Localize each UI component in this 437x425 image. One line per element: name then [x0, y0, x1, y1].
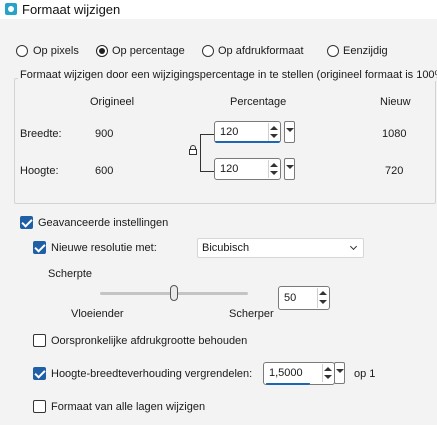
keep-print-size-label[interactable]: Oorspronkelijke afdrukgrootte behouden	[51, 335, 247, 347]
chevron-down-icon[interactable]	[349, 242, 358, 251]
radio-op-afdrukformaat[interactable]	[202, 45, 214, 57]
sharpness-value[interactable]: 50	[284, 292, 296, 304]
width-percentage-value[interactable]: 120	[220, 126, 238, 138]
spin-down-icon[interactable]	[324, 375, 332, 379]
lock-icon[interactable]	[189, 145, 197, 155]
ratio-value[interactable]: 1,5000	[269, 367, 303, 379]
width-percentage-spinner[interactable]: 120	[214, 121, 281, 143]
col-header-new: Nieuw	[380, 96, 411, 108]
height-new-value: 720	[385, 165, 404, 177]
ratio-suffix: op 1	[354, 368, 376, 380]
spin-down-icon[interactable]	[270, 134, 278, 138]
width-percentage-menu-button[interactable]	[284, 121, 295, 143]
width-label: Breedte:	[20, 128, 62, 140]
all-layers-checkbox[interactable]	[33, 400, 46, 413]
width-percentage-arrows[interactable]	[268, 123, 278, 141]
spin-up-icon[interactable]	[270, 163, 278, 167]
height-percentage-value[interactable]: 120	[220, 163, 238, 175]
keep-print-size-checkbox[interactable]	[33, 334, 46, 347]
lock-ratio-label[interactable]: Hoogte-breedteverhouding vergrendelen:	[51, 368, 252, 380]
height-label: Hoogte:	[20, 165, 59, 177]
col-header-original: Origineel	[90, 96, 135, 108]
spin-down-icon[interactable]	[270, 171, 278, 175]
resample-method-select[interactable]: Bicubisch	[197, 238, 364, 258]
title-bar: Formaat wijzigen	[0, 0, 437, 19]
resample-checkbox[interactable]	[33, 241, 46, 254]
sharpness-slider-thumb[interactable]	[170, 285, 178, 301]
resample-label[interactable]: Nieuwe resolutie met:	[51, 242, 157, 254]
focus-indicator	[215, 141, 280, 143]
radio-op-percentage[interactable]	[96, 45, 108, 57]
radio-op-pixels[interactable]	[16, 45, 28, 57]
ratio-menu-button[interactable]	[334, 362, 345, 384]
sharpness-min-label: Vloeiender	[71, 308, 124, 320]
radio-op-percentage-label[interactable]: Op percentage	[112, 45, 185, 57]
ratio-spinner[interactable]: 1,5000	[263, 362, 335, 385]
width-new-value: 1080	[382, 128, 407, 140]
app-icon	[5, 3, 17, 15]
sharpness-spinner[interactable]: 50	[278, 286, 330, 310]
advanced-settings-label[interactable]: Geavanceerde instellingen	[38, 217, 168, 229]
lock-ratio-checkbox[interactable]	[33, 367, 46, 380]
height-percentage-arrows[interactable]	[268, 160, 278, 178]
radio-op-pixels-label[interactable]: Op pixels	[33, 45, 79, 57]
radio-eenzijdig[interactable]	[327, 45, 339, 57]
height-percentage-spinner[interactable]: 120	[214, 158, 281, 180]
sharpness-arrows[interactable]	[317, 288, 327, 308]
advanced-settings-checkbox[interactable]	[20, 216, 33, 229]
spin-down-icon[interactable]	[319, 300, 327, 304]
col-header-percentage: Percentage	[230, 96, 287, 108]
height-percentage-menu-button[interactable]	[284, 158, 295, 180]
height-original-value: 600	[95, 165, 114, 177]
all-layers-label[interactable]: Formaat van alle lagen wijzigen	[51, 401, 205, 413]
spin-up-icon[interactable]	[324, 367, 332, 371]
group-legend: Formaat wijzigen door een wijzigingsperc…	[18, 69, 437, 81]
radio-op-afdrukformaat-label[interactable]: Op afdrukformaat	[218, 45, 304, 57]
sharpness-max-label: Scherper	[229, 308, 274, 320]
aspect-link-bracket	[200, 134, 214, 172]
spin-up-icon[interactable]	[270, 126, 278, 130]
radio-eenzijdig-label[interactable]: Eenzijdig	[343, 45, 388, 57]
window-title: Formaat wijzigen	[22, 2, 121, 17]
width-original-value: 900	[95, 128, 114, 140]
sharpness-label: Scherpte	[48, 268, 93, 280]
ratio-arrows[interactable]	[322, 364, 332, 382]
spin-up-icon[interactable]	[319, 291, 327, 295]
focus-indicator	[266, 383, 310, 385]
resample-method-value[interactable]: Bicubisch	[202, 242, 249, 254]
